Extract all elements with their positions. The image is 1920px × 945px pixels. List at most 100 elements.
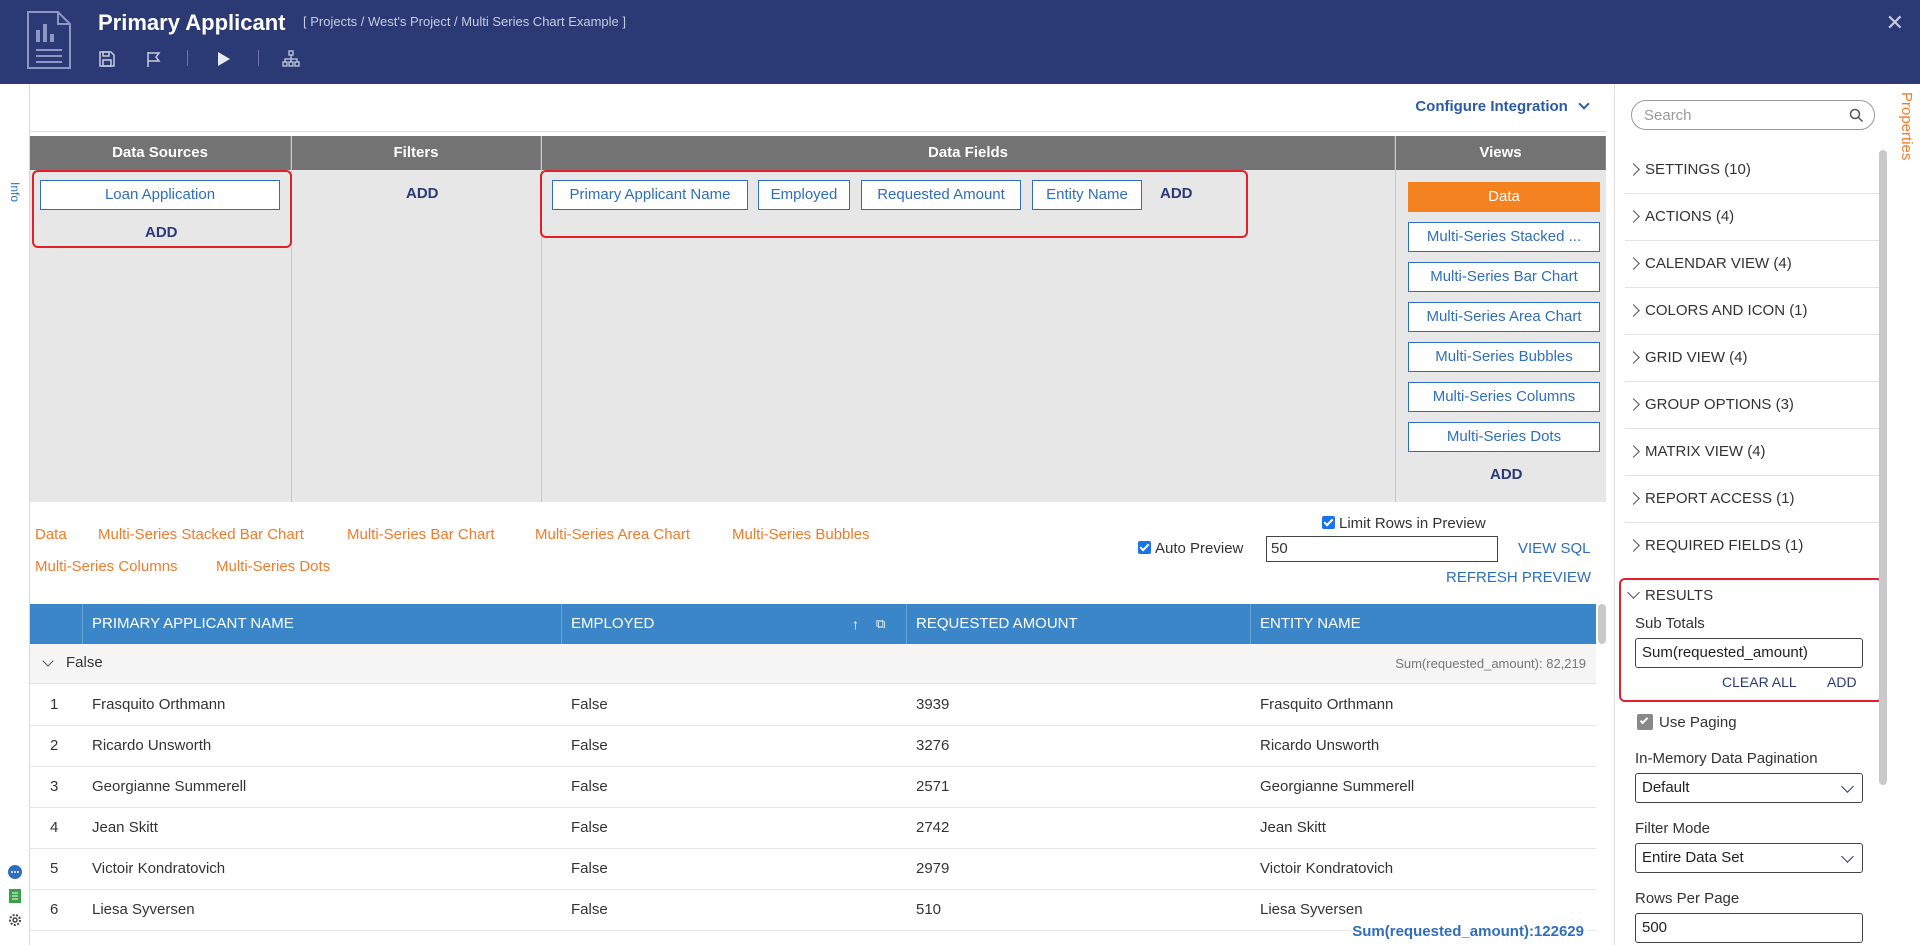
page-title: Primary Applicant [98,10,286,35]
pagination-value: Default [1642,779,1690,796]
filter-mode-value: Entire Data Set [1642,849,1744,866]
pagination-select[interactable]: Default [1635,773,1863,803]
table-row[interactable]: 2 Ricardo Unsworth False 3276 Ricardo Un… [30,726,1596,767]
section-matrix-view[interactable]: MATRIX VIEW (4) [1625,430,1879,476]
view-chip[interactable]: Multi-Series Stacked ... [1408,222,1600,252]
cell-employed: False [571,696,608,713]
cell-entity: Frasquito Orthmann [1260,696,1394,713]
view-tab[interactable]: Multi-Series Area Chart [535,526,690,543]
view-tab[interactable]: Multi-Series Bar Chart [347,526,495,543]
document-icon[interactable] [7,888,23,904]
column-divider [82,604,83,644]
checkbox-checked-icon [1138,541,1151,554]
chevron-right-icon [1627,492,1640,505]
view-tab[interactable]: Multi-Series Dots [216,558,330,575]
info-tab[interactable]: Info [8,182,22,202]
column-header[interactable]: REQUESTED AMOUNT [916,615,1078,632]
column-divider [1250,604,1251,644]
copy-icon[interactable]: ⧉ [876,616,885,632]
chevron-right-icon [1627,539,1640,552]
section-actions[interactable]: ACTIONS (4) [1625,195,1879,241]
section-group-options[interactable]: GROUP OPTIONS (3) [1625,383,1879,429]
close-icon[interactable]: ✕ [1886,10,1904,36]
auto-preview-checkbox[interactable]: Auto Preview [1138,540,1243,557]
grid-scrollbar[interactable] [1598,604,1606,644]
highlight-box [540,170,1248,238]
section-colors-and-icon[interactable]: COLORS AND ICON (1) [1625,289,1879,335]
properties-scrollbar[interactable] [1879,150,1887,785]
clear-all-button[interactable]: CLEAR ALL [1722,674,1797,690]
cell-employed: False [571,778,608,795]
use-paging-label: Use Paging [1659,714,1737,731]
add-view-button[interactable]: ADD [1490,466,1523,483]
column-header[interactable]: EMPLOYED [571,615,654,632]
section-results[interactable]: RESULTS [1625,574,1879,614]
add-filter-button[interactable]: ADD [406,185,439,202]
column-header[interactable]: ENTITY NAME [1260,615,1361,632]
table-row[interactable]: 5 Victoir Kondratovich False 2979 Victoi… [30,849,1596,890]
hierarchy-icon[interactable] [280,48,302,70]
view-chip[interactable]: Multi-Series Area Chart [1408,302,1600,332]
section-calendar-view[interactable]: CALENDAR VIEW (4) [1625,242,1879,288]
preview-rows-input[interactable]: 50 [1266,536,1498,562]
row-number: 2 [50,737,59,754]
view-sql-link[interactable]: VIEW SQL [1518,540,1591,557]
table-row[interactable]: 4 Jean Skitt False 2742 Jean Skitt [30,808,1596,849]
view-chip[interactable]: Multi-Series Dots [1408,422,1600,452]
gear-icon[interactable] [7,912,23,928]
run-icon[interactable] [212,48,234,70]
view-tab[interactable]: Data [35,526,67,543]
refresh-preview-link[interactable]: REFRESH PREVIEW [1446,569,1591,586]
sort-up-icon[interactable]: ↑ [852,616,859,632]
cell-entity: Georgianne Summerell [1260,778,1415,795]
view-chip-data[interactable]: Data [1408,182,1600,212]
sub-totals-field[interactable]: Sum(requested_amount) [1635,638,1863,668]
add-subtotal-button[interactable]: ADD [1827,674,1857,690]
breadcrumb[interactable]: [ Projects / West's Project / Multi Seri… [303,14,626,29]
view-chip[interactable]: Multi-Series Bar Chart [1408,262,1600,292]
section-label: GROUP OPTIONS (3) [1645,396,1794,413]
checkbox-checked-icon [1322,516,1335,529]
table-row[interactable]: 1 Frasquito Orthmann False 3939 Frasquit… [30,685,1596,726]
cell-employed: False [571,901,608,918]
cell-entity: Victoir Kondratovich [1260,860,1394,877]
configure-bar: Configure Integration [30,84,1606,132]
view-tab[interactable]: Multi-Series Columns [35,558,178,575]
properties-tab[interactable]: Properties [1892,84,1920,945]
chevron-down-icon[interactable] [42,655,54,667]
limit-rows-checkbox[interactable]: Limit Rows in Preview [1322,515,1486,532]
cell-name: Jean Skitt [92,819,158,836]
table-row[interactable]: 3 Georgianne Summerell False 2571 Georgi… [30,767,1596,808]
view-tab[interactable]: Multi-Series Stacked Bar Chart [98,526,304,543]
cell-amount: 2571 [916,778,950,795]
section-required-fields[interactable]: REQUIRED FIELDS (1) [1625,524,1879,570]
chevron-down-icon [1627,586,1640,599]
cell-amount: 2979 [916,860,950,877]
section-grid-view[interactable]: GRID VIEW (4) [1625,336,1879,382]
section-label: REQUIRED FIELDS (1) [1645,537,1804,554]
use-paging-checkbox[interactable]: Use Paging [1637,714,1737,731]
section-label: CALENDAR VIEW (4) [1645,255,1792,272]
configure-integration-button[interactable]: Configure Integration [1415,98,1590,115]
group-row[interactable]: False Sum(requested_amount): 82,219 [30,644,1596,684]
group-total: Sum(requested_amount): 82,219 [1395,656,1586,671]
section-report-access[interactable]: REPORT ACCESS (1) [1625,477,1879,523]
section-label: MATRIX VIEW (4) [1645,443,1766,460]
filter-mode-select[interactable]: Entire Data Set [1635,843,1863,873]
grid-header: PRIMARY APPLICANT NAME EMPLOYED ↑ ⧉ REQU… [30,604,1596,644]
rows-per-page-input[interactable]: 500 [1635,913,1863,943]
cell-employed: False [571,860,608,877]
search-input[interactable]: Search [1631,100,1875,130]
view-chip[interactable]: Multi-Series Bubbles [1408,342,1600,372]
column-header[interactable]: PRIMARY APPLICANT NAME [92,615,294,632]
section-label: GRID VIEW (4) [1645,349,1748,366]
view-chip[interactable]: Multi-Series Columns [1408,382,1600,412]
report-icon [27,11,71,69]
chat-icon[interactable] [7,864,23,880]
section-settings[interactable]: SETTINGS (10) [1625,148,1879,194]
chevron-right-icon [1627,398,1640,411]
flag-icon[interactable] [143,48,165,70]
chevron-down-icon [1578,98,1590,110]
save-icon[interactable] [96,48,118,70]
view-tab[interactable]: Multi-Series Bubbles [732,526,870,543]
